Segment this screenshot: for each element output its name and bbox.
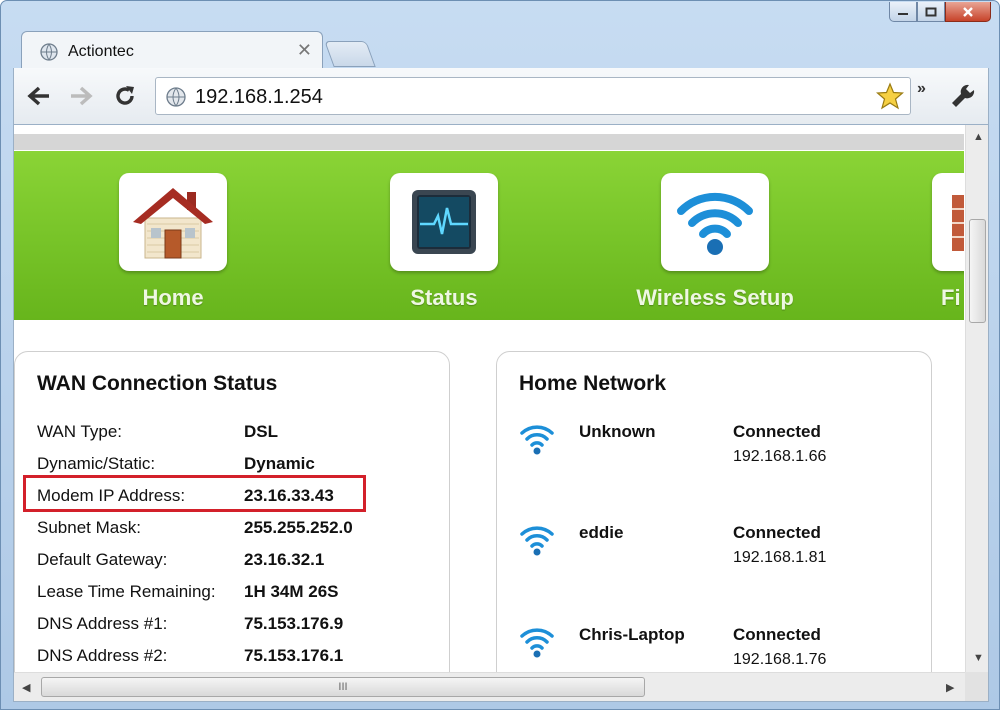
- globe-icon: [40, 43, 58, 66]
- device-status: Connected: [733, 625, 821, 644]
- scroll-down-arrow-icon[interactable]: ▼: [973, 652, 984, 664]
- dynamic-static-value: Dynamic: [244, 454, 315, 473]
- url-text[interactable]: 192.168.1.254: [195, 86, 323, 109]
- nav-wireless-setup-label[interactable]: Wireless Setup: [624, 285, 806, 311]
- dns-1-value: 75.153.176.9: [244, 614, 344, 633]
- device-ip: 192.168.1.81: [733, 549, 827, 566]
- forward-arrow-icon: [71, 86, 93, 106]
- wan-status-panel: WAN Connection Status WAN Type: DSL Dyna…: [14, 351, 450, 672]
- tab-title: Actiontec: [68, 43, 134, 60]
- browser-tab-actiontec[interactable]: Actiontec ✕: [21, 31, 323, 69]
- device-name[interactable]: Chris-Laptop: [579, 625, 685, 645]
- monitor-pulse-icon: [412, 190, 476, 254]
- wan-type-value: DSL: [244, 422, 278, 441]
- wan-status-title: WAN Connection Status: [37, 372, 278, 395]
- nav-firewall-tile[interactable]: [932, 173, 964, 271]
- browser-toolbar: 192.168.1.254 »: [13, 68, 989, 124]
- dns-2-value: 75.153.176.1: [244, 646, 344, 665]
- browser-window: Actiontec ✕ 192.168.1.254 » Home Status …: [0, 0, 1000, 710]
- vertical-scroll-thumb[interactable]: [969, 219, 986, 323]
- tab-close-icon[interactable]: ✕: [297, 40, 312, 61]
- house-icon: [133, 188, 213, 259]
- subnet-mask-label: Subnet Mask:: [37, 518, 141, 537]
- router-page: Home Status Wireless Setup Fi WAN Connec…: [14, 125, 964, 672]
- back-arrow-icon: [27, 86, 49, 106]
- modem-ip-highlight-box: [23, 475, 366, 512]
- top-navigation-banner: Home Status Wireless Setup Fi: [14, 151, 964, 320]
- nav-home-tile[interactable]: [119, 173, 227, 271]
- scrollbar-corner: [965, 672, 988, 701]
- device-name[interactable]: eddie: [579, 523, 623, 543]
- device-status: Connected: [733, 523, 821, 542]
- more-bookmarks-chevron-icon[interactable]: »: [917, 80, 926, 98]
- default-gateway-value: 23.16.32.1: [244, 550, 325, 569]
- lease-time-value: 1H 34M 26S: [244, 582, 339, 601]
- nav-status-label[interactable]: Status: [390, 285, 498, 311]
- wifi-icon: [519, 420, 555, 463]
- maximize-icon: [925, 7, 937, 16]
- close-window-button[interactable]: [945, 2, 991, 22]
- window-controls: [889, 2, 991, 22]
- scroll-left-arrow-icon[interactable]: ◀: [22, 681, 30, 694]
- new-tab-button[interactable]: [324, 41, 376, 67]
- dynamic-static-label: Dynamic/Static:: [37, 454, 156, 473]
- scroll-right-arrow-icon[interactable]: ▶: [946, 681, 954, 694]
- maximize-button[interactable]: [917, 2, 945, 22]
- nav-home-label[interactable]: Home: [119, 285, 227, 311]
- address-bar[interactable]: 192.168.1.254: [155, 77, 911, 115]
- minimize-button[interactable]: [889, 2, 917, 22]
- horizontal-scrollbar[interactable]: ◀ III ▶: [14, 672, 965, 701]
- subnet-mask-value: 255.255.252.0: [244, 518, 353, 537]
- scroll-up-arrow-icon[interactable]: ▲: [973, 131, 984, 143]
- forward-button[interactable]: [67, 82, 95, 110]
- wrench-menu-icon[interactable]: [949, 82, 977, 115]
- home-network-title: Home Network: [519, 372, 667, 395]
- reload-button[interactable]: [111, 82, 139, 110]
- device-ip: 192.168.1.76: [733, 651, 827, 668]
- bookmark-star-icon[interactable]: [875, 82, 905, 115]
- device-name[interactable]: Unknown: [579, 422, 656, 442]
- lease-time-label: Lease Time Remaining:: [37, 582, 216, 601]
- default-gateway-label: Default Gateway:: [37, 550, 168, 569]
- wifi-icon: [677, 192, 753, 255]
- scroll-grip: III: [338, 681, 348, 693]
- back-button[interactable]: [25, 82, 53, 110]
- wifi-icon: [519, 521, 555, 564]
- device-status: Connected: [733, 422, 821, 441]
- dns-1-label: DNS Address #1:: [37, 614, 168, 633]
- close-icon: [963, 6, 973, 17]
- reload-icon: [116, 86, 134, 105]
- page-viewport: Home Status Wireless Setup Fi WAN Connec…: [13, 124, 989, 702]
- page-info-globe-icon[interactable]: [166, 87, 186, 112]
- minimize-icon: [898, 12, 908, 15]
- firewall-brick-icon: [952, 195, 964, 251]
- nav-wireless-setup-tile[interactable]: [661, 173, 769, 271]
- vertical-scrollbar[interactable]: ▲ ▼: [965, 125, 988, 672]
- wan-type-label: WAN Type:: [37, 422, 123, 441]
- wifi-icon: [519, 623, 555, 666]
- header-strip: [14, 134, 964, 150]
- nav-firewall-label[interactable]: Fi: [941, 285, 964, 311]
- nav-status-tile[interactable]: [390, 173, 498, 271]
- dns-2-label: DNS Address #2:: [37, 646, 168, 665]
- home-network-panel: Home Network Unknown Connected 192.168.1…: [496, 351, 932, 672]
- horizontal-scroll-thumb[interactable]: III: [41, 677, 645, 697]
- device-ip: 192.168.1.66: [733, 448, 827, 465]
